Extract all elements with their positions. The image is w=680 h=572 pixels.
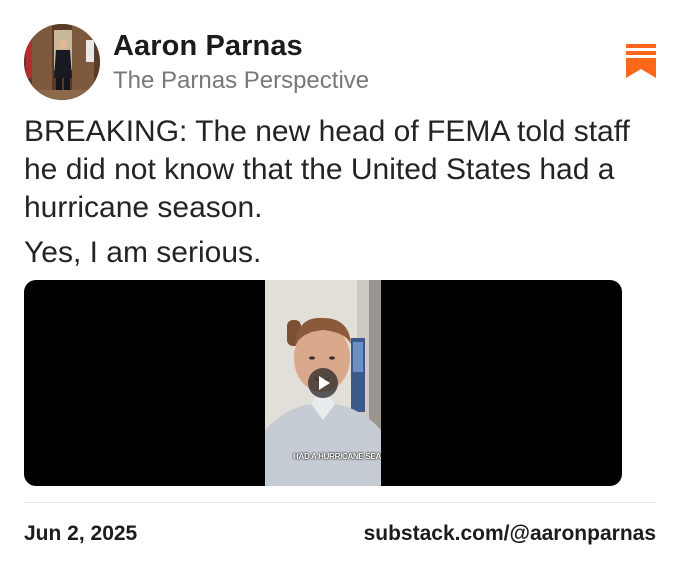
substack-logo-shape xyxy=(626,44,656,78)
play-icon xyxy=(319,376,330,390)
footer-divider xyxy=(24,502,656,503)
publication-name[interactable]: The Parnas Perspective xyxy=(113,67,369,95)
post-paragraph-1: BREAKING: The new head of FEMA told staf… xyxy=(24,115,630,224)
avatar-photo xyxy=(24,24,100,100)
post-date: Jun 2, 2025 xyxy=(24,522,138,545)
play-button[interactable] xyxy=(308,368,338,398)
post-paragraph-2: Yes, I am serious. xyxy=(24,236,262,269)
video-player[interactable]: HAD A HURRICANE SEASON xyxy=(24,280,622,486)
post-card: Aaron Parnas The Parnas Perspective BREA… xyxy=(0,0,680,572)
author-name[interactable]: Aaron Parnas xyxy=(113,30,303,63)
profile-link[interactable]: substack.com/@aaronparnas xyxy=(364,522,656,546)
post-body: BREAKING: The new head of FEMA told staf… xyxy=(24,113,664,272)
substack-logo-icon[interactable] xyxy=(626,44,656,78)
author-avatar[interactable] xyxy=(24,24,100,100)
video-caption: HAD A HURRICANE SEASON xyxy=(293,452,381,461)
